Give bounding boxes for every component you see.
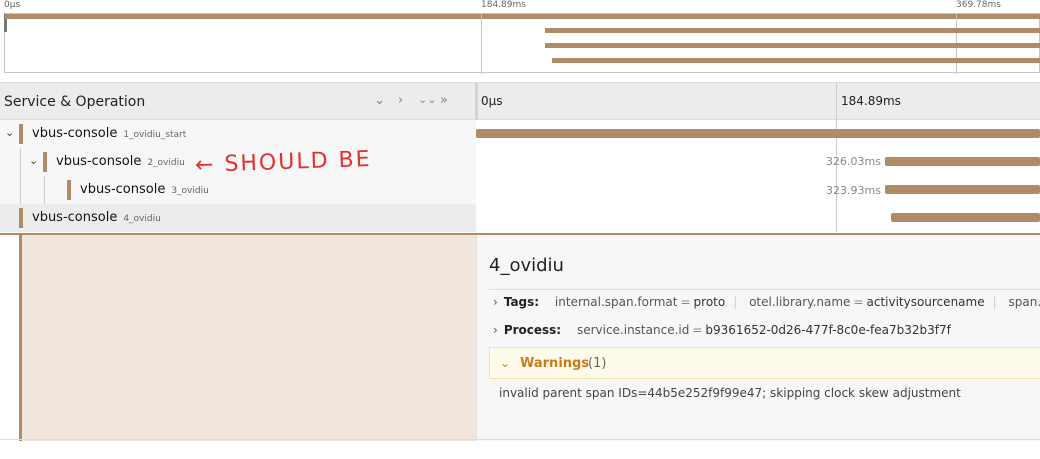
minimap-tick-1: 184.89ms	[481, 0, 526, 10]
span-row-name-cell: vbus-console 3_ovidiu	[0, 176, 476, 204]
span-row-timeline[interactable]	[476, 204, 1040, 232]
operation-name: 1_ovidiu_start	[123, 130, 187, 140]
span-duration: 326.03ms	[826, 155, 881, 168]
span-name[interactable]: vbus-console 1_ovidiu_start	[32, 126, 186, 141]
tags-section[interactable]: › Tags: internal.span.format = proto | otel.…	[493, 295, 1040, 309]
span-row-selected[interactable]: vbus-console 4_ovidiu	[0, 204, 1040, 232]
minimap-span-4	[552, 58, 1040, 63]
chevron-down-icon[interactable]: ⌄	[500, 356, 510, 370]
span-row[interactable]: vbus-console 3_ovidiu 323.93ms	[0, 176, 1040, 204]
tag-value: proto	[693, 295, 726, 309]
service-name: vbus-console	[32, 126, 118, 141]
tree-guide	[20, 148, 21, 176]
operation-name: 2_ovidiu	[147, 158, 185, 168]
span-detail-content: 4_ovidiu › Tags: internal.span.format = pro…	[476, 235, 1040, 441]
minimap-span-1	[5, 14, 1040, 19]
warning-message: invalid parent span IDs=44b5e252f9f99e47…	[499, 386, 961, 400]
collapse-one-icon[interactable]: ⌄	[374, 93, 385, 108]
span-row-timeline[interactable]: 323.93ms	[476, 176, 1040, 204]
chevron-right-icon[interactable]: ›	[493, 295, 498, 309]
expand-all-icon[interactable]: »	[440, 93, 448, 108]
process-label: Process:	[503, 323, 562, 337]
span-name[interactable]: vbus-console 3_ovidiu	[80, 182, 209, 197]
service-color-bar	[19, 124, 23, 144]
process-section[interactable]: › Process: service.instance.id = b9361652-0…	[493, 323, 951, 337]
span-name[interactable]: vbus-console 4_ovidiu	[32, 210, 161, 225]
service-color-bar	[43, 152, 47, 172]
warnings-count: (1)	[588, 356, 607, 371]
span-duration: 323.93ms	[826, 184, 881, 197]
expand-one-icon[interactable]: ›	[398, 93, 403, 108]
gridline	[836, 204, 837, 232]
span-row[interactable]: ⌄ vbus-console 1_ovidiu_start	[0, 120, 1040, 148]
chevron-right-icon[interactable]: ›	[493, 323, 498, 337]
minimap-gridline	[481, 14, 482, 74]
warnings-label: Warnings	[520, 356, 590, 371]
tree-guide	[20, 176, 21, 204]
minimap-canvas[interactable]	[4, 13, 1040, 74]
header-gridline	[836, 83, 837, 121]
detail-indent-area	[22, 235, 476, 441]
span-row-name-cell: ⌄ vbus-console 1_ovidiu_start	[0, 120, 476, 148]
service-name: vbus-console	[56, 154, 142, 169]
span-bar[interactable]	[885, 157, 1040, 166]
service-color-bar	[19, 208, 23, 228]
header-tick-1: 184.89ms	[841, 94, 901, 108]
span-bar[interactable]	[476, 129, 1040, 138]
column-resizer[interactable]	[475, 83, 478, 121]
span-row-timeline[interactable]	[476, 120, 1040, 148]
tag-key: otel.library.name	[749, 295, 851, 309]
span-detail-panel: 4_ovidiu › Tags: internal.span.format = pro…	[0, 233, 1040, 441]
span-row[interactable]: ⌄ vbus-console 2_ovidiu 326.03ms	[0, 148, 1040, 176]
minimap-span-2	[545, 28, 1040, 33]
process-key: service.instance.id	[576, 323, 690, 337]
tag-key: internal.span.format	[554, 295, 678, 309]
timeline-header: Service & Operation ⌄ › ⌄⌄ » 0µs 184.89m…	[0, 82, 1040, 121]
service-name: vbus-console	[80, 182, 166, 197]
minimap-tick-0: 0µs	[4, 0, 21, 10]
process-item: service.instance.id = b9361652-0d26-477f-8…	[576, 323, 951, 337]
tree-guide	[44, 176, 45, 204]
chevron-down-icon[interactable]: ⌄	[29, 154, 38, 167]
tags-label: Tags:	[503, 295, 540, 309]
service-color-bar	[67, 180, 71, 200]
tag-item: internal.span.format = proto	[554, 295, 726, 309]
trace-minimap[interactable]: 0µs 184.89ms 369.78ms	[0, 0, 1040, 78]
header-tick-0: 0µs	[481, 94, 503, 108]
minimap-span-3	[545, 43, 1040, 48]
tag-key: span.k	[1008, 295, 1040, 309]
span-row-name-cell: vbus-console 4_ovidiu	[0, 204, 476, 232]
span-name[interactable]: vbus-console 2_ovidiu	[56, 154, 185, 169]
tag-item: span.k	[1008, 295, 1040, 309]
divider	[489, 289, 1040, 290]
process-value: b9361652-0d26-477f-8c0e-fea7b32b3f7f	[705, 323, 951, 337]
operation-name: 3_ovidiu	[171, 186, 209, 196]
tag-value: activitysourcename	[866, 295, 985, 309]
warnings-section[interactable]: ⌄ Warnings (1)	[489, 347, 1040, 379]
span-row-timeline[interactable]: 326.03ms	[476, 148, 1040, 176]
span-bar[interactable]	[891, 213, 1040, 222]
chevron-down-icon[interactable]: ⌄	[5, 126, 14, 139]
service-operation-heading: Service & Operation	[4, 94, 146, 110]
span-bar[interactable]	[885, 185, 1040, 194]
tag-item: otel.library.name = activitysourcename	[749, 295, 985, 309]
service-name: vbus-console	[32, 210, 118, 225]
minimap-tick-2: 369.78ms	[956, 0, 1001, 10]
operation-name: 4_ovidiu	[123, 214, 161, 224]
collapse-all-icon[interactable]: ⌄⌄	[418, 93, 436, 106]
divider	[0, 439, 1040, 440]
span-detail-title: 4_ovidiu	[489, 255, 564, 276]
